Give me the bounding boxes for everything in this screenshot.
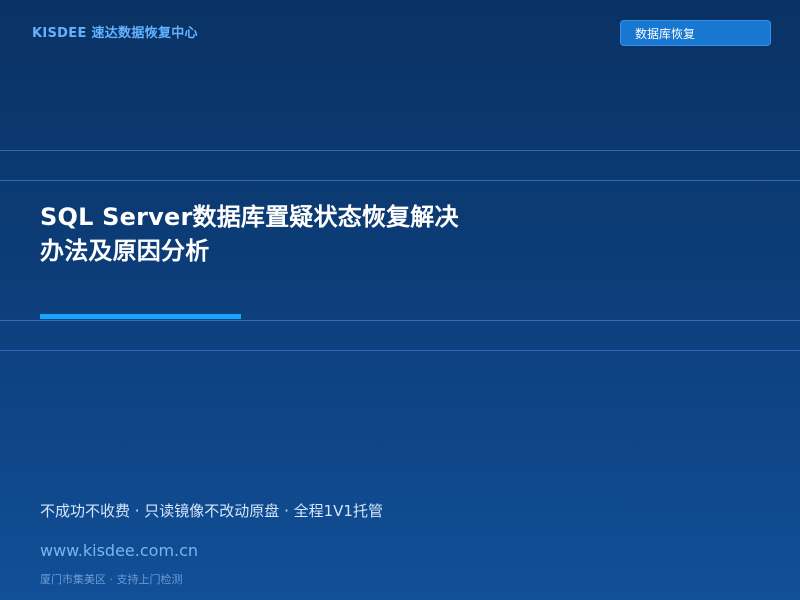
website-url: www.kisdee.com.cn xyxy=(40,541,199,560)
divider-line xyxy=(0,150,800,151)
database-recovery-button[interactable]: 数据库恢复 xyxy=(620,20,771,46)
title-accent-bar xyxy=(40,314,241,319)
divider-line xyxy=(0,180,800,181)
location-note: 厦门市集美区 · 支持上门检测 xyxy=(40,573,183,586)
service-tagline: 不成功不收费 · 只读镜像不改动原盘 · 全程1V1托管 xyxy=(40,502,383,520)
divider-line xyxy=(0,320,800,321)
brand-logo-text: KISDEE 速达数据恢复中心 xyxy=(32,26,198,41)
page-title: SQL Server数据库置疑状态恢复解决办法及原因分析 xyxy=(40,203,459,266)
divider-line xyxy=(0,350,800,351)
